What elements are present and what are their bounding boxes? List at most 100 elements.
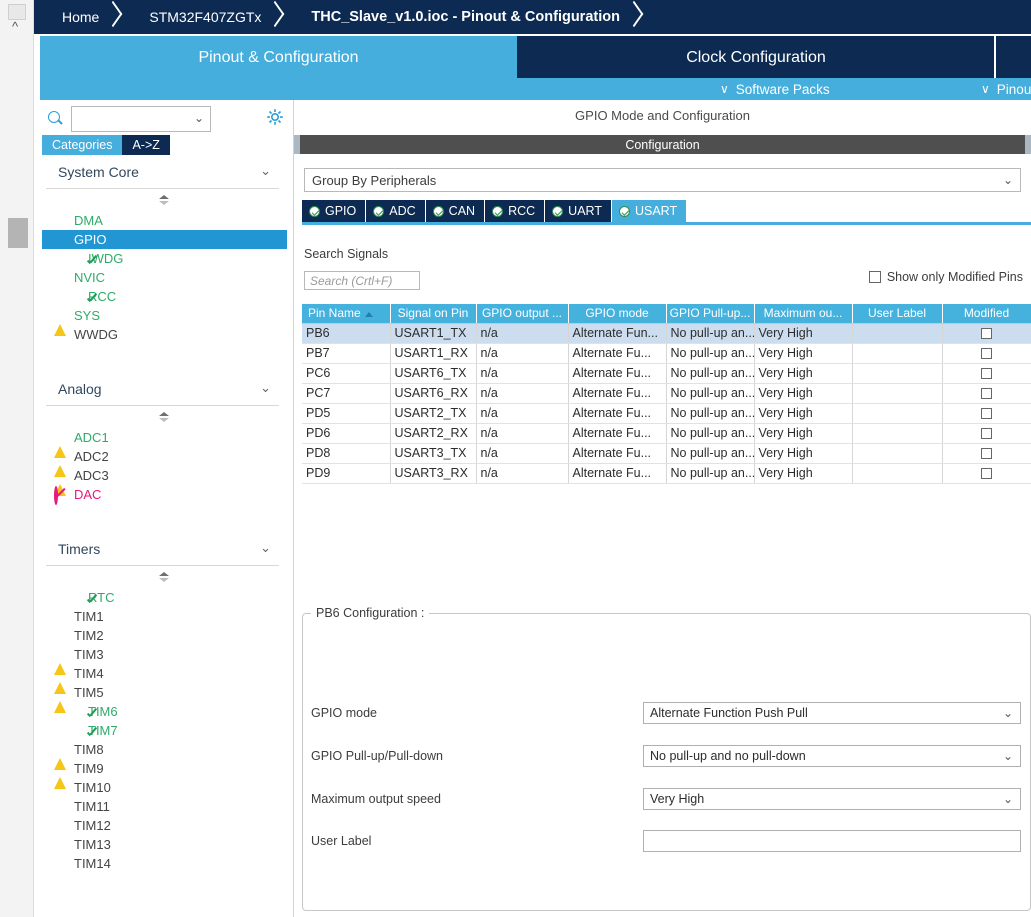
cell-mode[interactable]: Alternate Fu... — [568, 343, 667, 364]
checkbox-icon[interactable] — [868, 271, 881, 283]
sidebar-item-tim3[interactable]: TIM3 — [42, 645, 287, 675]
chevron-down-icon[interactable]: ⌄ — [1003, 706, 1013, 720]
sidebar-item-wwdg[interactable]: WWDG — [42, 325, 287, 344]
sidebar-item-tim5[interactable]: TIM5 — [42, 683, 287, 713]
gear-icon[interactable] — [265, 107, 285, 127]
table-row[interactable]: PD8 USART3_TX n/a Alternate Fu... No pull-up… — [302, 443, 1031, 464]
checkbox-icon[interactable] — [981, 328, 992, 340]
cell-signal[interactable]: USART3_TX — [390, 443, 477, 464]
spinner-arrows-icon[interactable] — [158, 411, 171, 423]
window-vertical-scrollbar[interactable]: ^ — [0, 0, 34, 917]
cell-mode[interactable]: Alternate Fun... — [568, 323, 667, 344]
cell-speed[interactable]: Very High — [754, 383, 853, 404]
table-row[interactable]: PC6 USART6_TX n/a Alternate Fu... No pull-up… — [302, 363, 1031, 384]
field-input-user-label[interactable] — [643, 830, 1021, 852]
cell-modified[interactable] — [942, 443, 1031, 464]
chevron-down-icon[interactable]: ⌄ — [260, 540, 271, 556]
chevron-down-icon[interactable]: ⌄ — [194, 111, 204, 125]
sidebar-item-rcc[interactable]: RCC — [42, 287, 287, 306]
cell-speed[interactable]: Very High — [754, 343, 853, 364]
sort-ascending-icon[interactable] — [364, 311, 373, 317]
peripheral-group-list[interactable]: System Core ⌄ DMA GPIO IWDG NVIC RCC SYS WWDG Ana… — [42, 155, 287, 917]
breadcrumb-item-home[interactable]: Home — [34, 0, 101, 34]
cell-mode[interactable]: Alternate Fu... — [568, 363, 667, 384]
cell-pin[interactable]: PC6 — [302, 363, 391, 384]
cell-modified[interactable] — [942, 343, 1031, 364]
table-row[interactable]: PC7 USART6_RX n/a Alternate Fu... No pull-up… — [302, 383, 1031, 404]
peripheral-tab-gpio[interactable]: GPIO — [302, 200, 367, 222]
table-header-gpio-pull-up[interactable]: GPIO Pull-up... — [666, 304, 755, 324]
sidebar-item-tim4[interactable]: TIM4 — [42, 664, 287, 694]
cell-mode[interactable]: Alternate Fu... — [568, 383, 667, 404]
chevron-up-icon[interactable]: ^ — [12, 20, 18, 33]
cell-modified[interactable] — [942, 423, 1031, 444]
sidebar-group-header-analog[interactable]: Analog ⌄ — [46, 372, 279, 406]
cell-signal[interactable]: USART1_RX — [390, 343, 477, 364]
cell-mode[interactable]: Alternate Fu... — [568, 423, 667, 444]
cell-modified[interactable] — [942, 383, 1031, 404]
cell-modified[interactable] — [942, 403, 1031, 424]
cell-pin[interactable]: PC7 — [302, 383, 391, 404]
scrollbar-thumb[interactable] — [8, 218, 28, 248]
cell-mode[interactable]: Alternate Fu... — [568, 463, 667, 484]
table-row[interactable]: PB6 USART1_TX n/a Alternate Fun... No pull-u… — [302, 323, 1031, 344]
tab-categories[interactable]: Categories — [42, 135, 123, 155]
software-packs-menu[interactable]: ∨ Software Packs — [720, 82, 830, 97]
cell-pull[interactable]: No pull-up an... — [666, 323, 755, 344]
search-input[interactable]: ⌄ — [71, 106, 211, 132]
sidebar-item-nvic[interactable]: NVIC — [42, 268, 287, 287]
peripheral-tab-rcc[interactable]: RCC — [485, 200, 546, 222]
signal-search-input[interactable]: Search (Crtl+F) — [304, 271, 420, 290]
table-row[interactable]: PD9 USART3_RX n/a Alternate Fu... No pull-up… — [302, 463, 1031, 484]
cell-signal[interactable]: USART3_RX — [390, 463, 477, 484]
sidebar-item-adc2[interactable]: ADC2 — [42, 447, 287, 477]
chevron-down-icon[interactable]: ⌄ — [260, 380, 271, 396]
sidebar-group-spinner[interactable] — [42, 566, 287, 588]
field-select-maximum-output-speed[interactable]: Very High ⌄ — [643, 788, 1021, 810]
sidebar-item-tim6[interactable]: TIM6 — [42, 702, 287, 721]
peripheral-tab-usart[interactable]: USART — [611, 200, 688, 222]
sidebar-item-rtc[interactable]: RTC — [42, 588, 287, 607]
cell-speed[interactable]: Very High — [754, 423, 853, 444]
cell-modified[interactable] — [942, 363, 1031, 384]
cell-pin[interactable]: PB7 — [302, 343, 391, 364]
scrollbar-top-button[interactable] — [8, 4, 26, 20]
sidebar-item-dac[interactable]: DAC — [42, 485, 287, 505]
cell-speed[interactable]: Very High — [754, 323, 853, 344]
spinner-arrows-icon[interactable] — [158, 571, 171, 583]
cell-signal[interactable]: USART2_RX — [390, 423, 477, 444]
table-row[interactable]: PD5 USART2_TX n/a Alternate Fu... No pull-up… — [302, 403, 1031, 424]
tab-clock-configuration[interactable]: Clock Configuration — [517, 36, 994, 80]
pinout-menu[interactable]: ∨ Pinout — [981, 82, 1031, 97]
cell-signal[interactable]: USART1_TX — [390, 323, 477, 344]
sidebar-item-iwdg[interactable]: IWDG — [42, 249, 287, 268]
checkbox-icon[interactable] — [981, 368, 992, 380]
table-header-gpio-output[interactable]: GPIO output ... — [476, 304, 569, 324]
chevron-down-icon[interactable]: ⌄ — [1003, 792, 1013, 806]
sidebar-group-header-timers[interactable]: Timers ⌄ — [46, 532, 279, 566]
sidebar-item-tim8[interactable]: TIM8 — [42, 740, 287, 770]
tab-pinout-configuration[interactable]: Pinout & Configuration — [40, 36, 517, 80]
cell-speed[interactable]: Very High — [754, 363, 853, 384]
sidebar-item-gpio[interactable]: GPIO — [42, 230, 287, 249]
peripheral-tab-adc[interactable]: ADC — [366, 200, 426, 222]
cell-output[interactable]: n/a — [476, 463, 569, 484]
cell-output[interactable]: n/a — [476, 443, 569, 464]
spinner-arrows-icon[interactable] — [158, 194, 171, 206]
table-header-signal-on-pin[interactable]: Signal on Pin — [390, 304, 477, 324]
checkbox-icon[interactable] — [981, 388, 992, 400]
cell-modified[interactable] — [942, 323, 1031, 344]
peripheral-tab-can[interactable]: CAN — [425, 200, 486, 222]
table-header-modified[interactable]: Modified — [942, 304, 1031, 324]
cell-pull[interactable]: No pull-up an... — [666, 363, 755, 384]
cell-output[interactable]: n/a — [476, 423, 569, 444]
sidebar-item-tim12[interactable]: TIM12 — [42, 816, 287, 835]
table-header-user-label[interactable]: User Label — [852, 304, 943, 324]
cell-speed[interactable]: Very High — [754, 443, 853, 464]
cell-label[interactable] — [852, 443, 943, 464]
sidebar-item-tim9[interactable]: TIM9 — [42, 759, 287, 789]
cell-output[interactable]: n/a — [476, 323, 569, 344]
sidebar-item-tim1[interactable]: TIM1 — [42, 607, 287, 626]
table-header-maximum-ou[interactable]: Maximum ou... — [754, 304, 853, 324]
checkbox-icon[interactable] — [981, 408, 992, 420]
